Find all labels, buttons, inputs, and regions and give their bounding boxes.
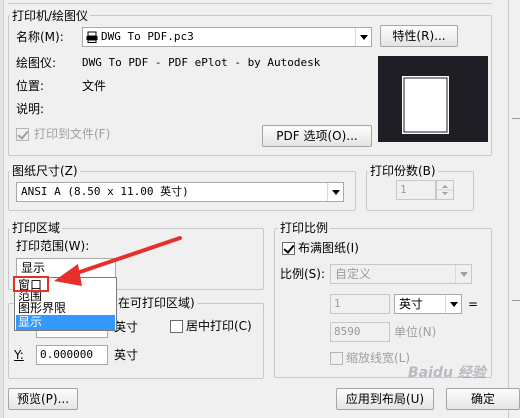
scale-unit-select[interactable]: 英寸	[394, 294, 462, 314]
option-limits[interactable]: 图形界限	[16, 301, 115, 316]
location-value: 文件	[82, 79, 107, 93]
scale-dropdown-arrow[interactable]	[455, 265, 471, 283]
plot-offset-legend: 在可打印区域)	[116, 296, 197, 310]
printer-name-select[interactable]: DWG To PDF.pc3	[82, 27, 372, 47]
plot-to-file-label: 打印到文件(F)	[34, 127, 111, 141]
y-offset-input[interactable]: 0.000000	[36, 345, 108, 365]
paper-size-dropdown-arrow[interactable]	[327, 183, 343, 201]
plot-to-file-checkbox[interactable]	[16, 128, 29, 141]
watermark-text: Baidu 经验	[408, 365, 486, 381]
plot-scale-legend: 打印比例	[278, 221, 331, 235]
annotation-arrow	[54, 236, 182, 286]
scale-equals-sign: =	[468, 297, 479, 311]
right-panel-marker-2	[512, 300, 520, 301]
printer-name-value: DWG To PDF.pc3	[101, 30, 194, 43]
printer-name-dropdown-arrow[interactable]	[355, 28, 371, 46]
right-panel-marker-1	[512, 118, 520, 119]
plotter-label: 绘图仪:	[16, 56, 57, 70]
scale-lineweights-label: 缩放线宽(L)	[346, 351, 411, 365]
description-label: 说明:	[16, 102, 45, 116]
top-divider	[8, 3, 492, 4]
baidu-watermark: Baidu 经验	[408, 362, 486, 382]
scale-unit-value: 英寸	[399, 297, 424, 311]
scale-unit-dropdown-arrow[interactable]	[445, 295, 461, 313]
fit-to-paper-checkbox[interactable]	[282, 242, 295, 255]
fit-to-paper-label: 布满图纸(I)	[298, 241, 359, 255]
paper-size-value: ANSI A (8.50 x 11.00 英寸)	[21, 185, 189, 198]
copies-spinner[interactable]	[436, 180, 454, 200]
scale-lineweights-checkbox[interactable]	[330, 352, 343, 365]
center-plot-checkbox[interactable]	[170, 320, 183, 333]
scale-paper-units-input[interactable]: 1	[330, 294, 390, 314]
preview-button[interactable]: 预览(P)...	[8, 388, 78, 410]
scale-label: 比例(S):	[280, 267, 326, 281]
x-unit-label: 英寸	[114, 320, 139, 334]
y-unit-label: 英寸	[114, 348, 139, 362]
copies-input[interactable]: 1	[396, 180, 436, 200]
scale-value: 自定义	[335, 267, 372, 281]
scale-select[interactable]: 自定义	[330, 264, 472, 284]
location-label: 位置:	[16, 79, 45, 93]
y-offset-label: Y:	[14, 348, 24, 362]
paper-preview-icon	[378, 56, 488, 142]
printer-group-legend: 打印机/绘图仪	[10, 9, 91, 23]
printer-name-label: 名称(M):	[16, 30, 64, 44]
copies-legend: 打印份数(B)	[368, 164, 438, 178]
paper-size-select[interactable]: ANSI A (8.50 x 11.00 英寸)	[16, 182, 344, 202]
pdf-options-button[interactable]: PDF 选项(O)...	[262, 125, 372, 147]
center-plot-label: 居中打印(C)	[186, 319, 252, 333]
scale-drawing-units-input[interactable]: 8590	[330, 322, 390, 342]
option-display[interactable]: 显示	[16, 315, 115, 330]
drawing-units-label: 单位(N)	[394, 325, 437, 339]
plotter-value: DWG To PDF - PDF ePlot - by Autodesk	[82, 56, 321, 69]
left-edge-strip	[0, 0, 4, 418]
paper-size-legend: 图纸尺寸(Z)	[10, 164, 80, 178]
printer-icon	[86, 31, 98, 43]
printer-properties-button[interactable]: 特性(R)...	[380, 25, 458, 47]
apply-to-layout-button[interactable]: 应用到布局(U)	[336, 388, 434, 410]
right-panel-edge	[508, 0, 520, 418]
ok-button[interactable]: 确定	[446, 388, 520, 410]
